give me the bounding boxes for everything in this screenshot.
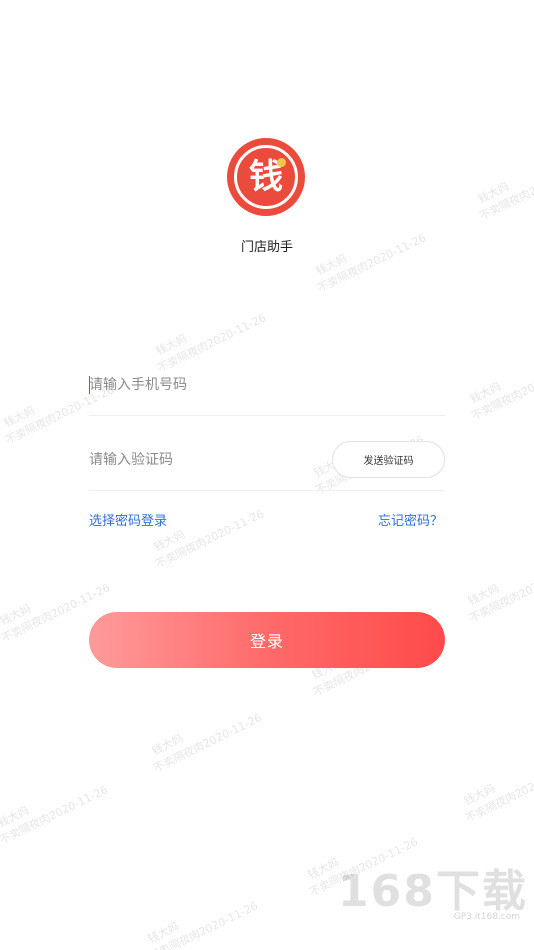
forgot-password-link[interactable]: 忘记密码？ <box>378 510 443 529</box>
watermark: 钱大妈 不卖隔夜肉2020-11-26 <box>0 783 111 847</box>
password-login-link[interactable]: 选择密码登录 <box>89 510 167 529</box>
watermark: 钱大妈 不卖隔夜肉2020-11-26 <box>313 231 429 295</box>
code-field: 发送验证码 <box>89 437 445 491</box>
watermark: 钱大妈 不卖隔夜肉2020-11-26 <box>151 507 267 571</box>
phone-field <box>89 362 445 416</box>
watermark: 钱大妈 不卖隔夜肉2020-11-26 <box>461 761 534 825</box>
watermark: 钱大妈 不卖隔夜肉2020-11-26 <box>467 359 534 423</box>
login-button[interactable]: 登录 <box>89 612 445 668</box>
site-badge-url: GP3.it168.com <box>453 912 520 922</box>
verification-code-input[interactable] <box>89 445 319 475</box>
send-code-button[interactable]: 发送验证码 <box>332 441 445 478</box>
watermark: 钱大妈 不卖隔夜肉2020-11-26 <box>149 711 265 775</box>
watermark: 钱大妈 不卖隔夜肉2020-11-26 <box>465 561 534 625</box>
app-logo-ring: 钱 <box>234 145 298 209</box>
app-name: 门店助手 <box>240 240 293 255</box>
coin-dot-icon <box>277 158 286 167</box>
login-screen: 钱大妈 不卖隔夜肉2020-11-26 钱大妈 不卖隔夜肉2020-11-26 … <box>0 0 534 950</box>
site-badge-title: 168下载 <box>338 866 528 917</box>
watermark: 钱大妈 不卖隔夜肉2020-11-26 <box>475 159 534 223</box>
watermark: 钱大妈 不卖隔夜肉2020-11-26 <box>145 899 261 950</box>
site-watermark-badge: 168下载 GP3.it168.com <box>338 868 528 928</box>
app-logo: 钱 <box>227 138 305 216</box>
phone-input[interactable] <box>89 370 439 400</box>
